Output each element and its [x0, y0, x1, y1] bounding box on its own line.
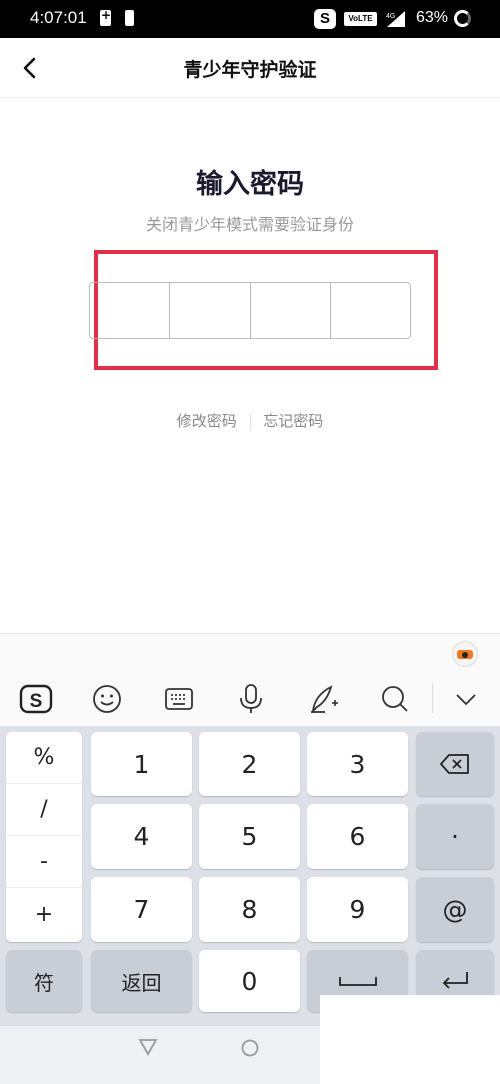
battery-icon	[125, 10, 134, 26]
space-icon	[338, 977, 377, 986]
backspace-icon	[440, 754, 469, 774]
page-title: 青少年守护验证	[183, 59, 317, 81]
key-5[interactable]: 5	[199, 804, 300, 869]
keypad: % / - + 1 2 3 4 5 6 · 7 8 9 @ 符 返回 0	[0, 726, 500, 1026]
keyboard-icon[interactable]	[161, 681, 197, 717]
symbols-key[interactable]: 符	[6, 950, 82, 1012]
volte-icon: VoLTE	[344, 12, 377, 26]
overlay-patch	[320, 995, 500, 1084]
status-time: 4:07:01	[30, 8, 87, 27]
svg-text:S: S	[30, 691, 43, 712]
enter-icon	[442, 972, 468, 989]
toolbar-divider	[432, 683, 433, 713]
battery-ring-icon	[454, 10, 471, 27]
pin-input[interactable]	[89, 282, 411, 339]
sogou-notification-icon: S	[314, 9, 336, 29]
password-links: 修改密码 忘记密码	[0, 410, 500, 431]
return-key[interactable]: 返回	[91, 950, 192, 1012]
symbol-key[interactable]: +	[6, 888, 82, 940]
battery-charging-icon	[100, 8, 111, 26]
svg-text:4G: 4G	[386, 13, 395, 20]
link-divider	[249, 413, 251, 430]
key-6[interactable]: 6	[307, 804, 408, 869]
key-4[interactable]: 4	[91, 804, 192, 869]
nav-bar: 青少年守护验证	[0, 38, 500, 98]
collapse-keyboard-icon[interactable]	[448, 681, 484, 717]
signal-icon: 4G	[386, 11, 405, 27]
nav-home-icon[interactable]	[239, 1037, 261, 1059]
pin-cell[interactable]	[170, 283, 251, 338]
dot-key[interactable]: ·	[416, 804, 494, 869]
key-9[interactable]: 9	[307, 877, 408, 942]
key-7[interactable]: 7	[91, 877, 192, 942]
pin-cell[interactable]	[331, 283, 410, 338]
symbol-key[interactable]: /	[6, 784, 82, 836]
emoji-icon[interactable]	[89, 681, 125, 717]
search-icon[interactable]	[377, 681, 413, 717]
pin-cell[interactable]	[90, 283, 171, 338]
modify-password-link[interactable]: 修改密码	[169, 410, 245, 431]
symbol-list[interactable]: % / - +	[6, 732, 82, 942]
microphone-icon[interactable]	[233, 681, 269, 717]
backspace-button[interactable]	[416, 732, 494, 796]
password-subtitle: 关闭青少年模式需要验证身份	[145, 215, 354, 234]
sogou-logo-icon[interactable]: S	[18, 681, 54, 717]
key-2[interactable]: 2	[199, 732, 300, 796]
keyboard-top-strip	[0, 633, 500, 671]
key-1[interactable]: 1	[91, 732, 192, 796]
symbol-key[interactable]: %	[6, 732, 82, 784]
symbol-key[interactable]: -	[6, 836, 82, 888]
handwriting-icon[interactable]	[305, 681, 341, 717]
nav-back-icon[interactable]	[137, 1036, 159, 1058]
battery-percent: 63%	[416, 9, 449, 26]
key-3[interactable]: 3	[307, 732, 408, 796]
at-key[interactable]: @	[416, 877, 494, 942]
pin-cell[interactable]	[251, 283, 331, 338]
forgot-password-link[interactable]: 忘记密码	[255, 410, 331, 431]
keyboard-toolbar: S	[0, 671, 500, 726]
sogou-mascot-icon[interactable]	[452, 641, 478, 667]
password-heading: 输入密码	[196, 169, 304, 200]
key-8[interactable]: 8	[199, 877, 300, 942]
key-0[interactable]: 0	[199, 950, 300, 1012]
status-bar: 4:07:01 S VoLTE 4G 63%	[0, 0, 500, 38]
